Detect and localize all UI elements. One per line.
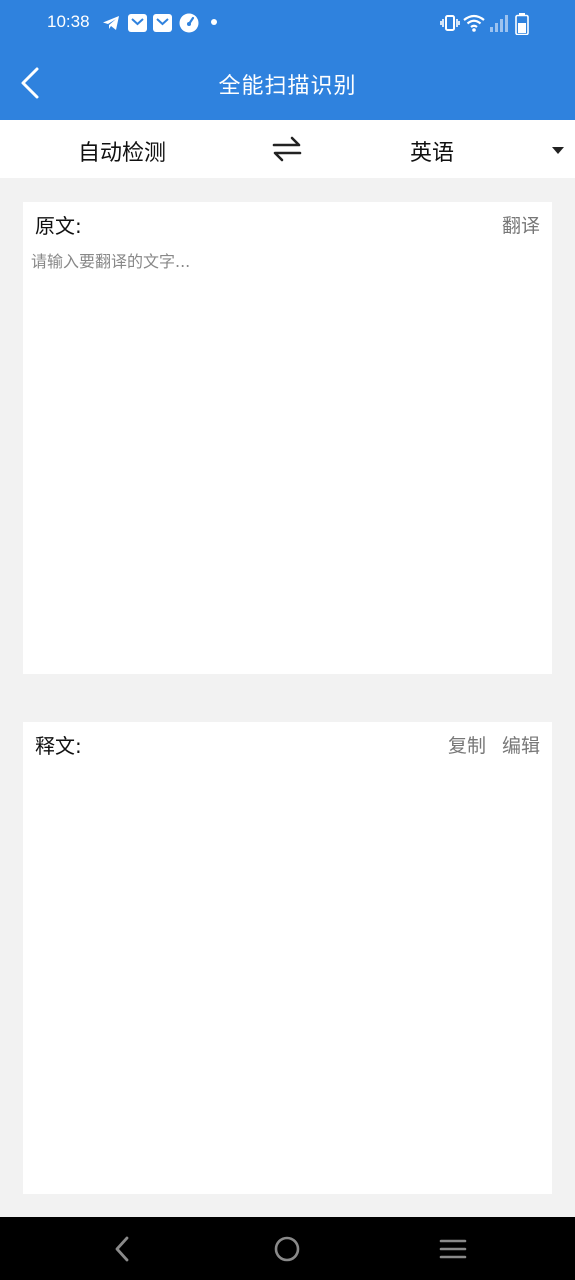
nav-recents-button[interactable] [433,1233,473,1265]
nav-home-icon [274,1236,300,1262]
result-label: 释文: [35,734,82,758]
translate-button[interactable]: 翻译 [502,211,540,238]
vibrate-icon [440,15,460,31]
signal-icon [490,15,508,32]
source-label: 原文: [35,214,82,238]
caret-down-icon[interactable] [552,147,564,154]
copy-button[interactable]: 复制 [448,731,486,758]
system-navigation-bar [0,1217,575,1280]
status-bar: 10:38 [0,0,575,48]
status-time: 10:38 [47,12,90,31]
nav-back-button[interactable] [102,1233,142,1265]
mail-icon [128,14,147,32]
nav-home-button[interactable] [267,1233,307,1265]
swap-icon [272,136,302,162]
source-text-card: 原文: 翻译 [23,202,552,674]
app-header: 10:38 全能扫描识别 [0,0,575,120]
target-language-selector[interactable]: 英语 [410,135,454,167]
speedometer-icon [179,13,199,33]
menu-icon [439,1239,467,1259]
battery-icon [515,13,529,35]
translation-output [35,772,540,1182]
edit-button[interactable]: 编辑 [502,731,540,758]
telegram-icon [103,16,119,30]
page-title: 全能扫描识别 [218,74,357,99]
nav-back-icon [115,1236,129,1262]
language-selector-row: 自动检测 英语 [0,120,575,178]
title-bar: 全能扫描识别 [0,48,575,120]
wifi-icon [463,14,485,32]
dot-icon [211,19,217,25]
mail-icon [153,14,172,32]
source-language-selector[interactable]: 自动检测 [78,135,166,167]
translation-result-card: 释文: 复制 编辑 [23,722,552,1194]
source-text-input[interactable] [31,248,543,658]
swap-languages-button[interactable] [268,133,306,165]
